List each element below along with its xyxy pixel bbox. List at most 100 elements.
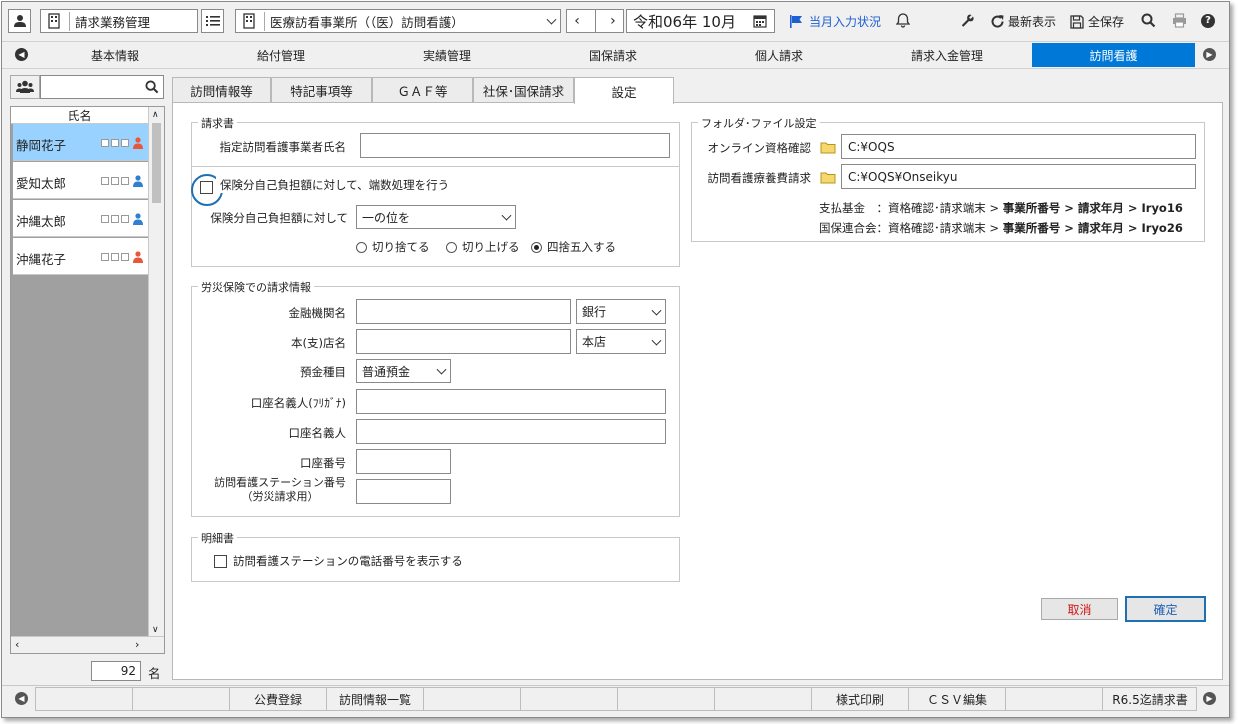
tab-home-nursing[interactable]: 訪問看護 (1032, 43, 1195, 67)
rounding-checkbox[interactable] (200, 181, 213, 194)
bank-name-input[interactable] (356, 299, 571, 324)
rounding-target-label: 保険分自己負担額に対して (210, 211, 348, 225)
facility-select[interactable]: 医療訪看事業所（（医）訪問看護） (235, 9, 561, 33)
confirm-button[interactable]: 確定 (1125, 596, 1206, 622)
patient-item[interactable]: 沖縄花子 (13, 238, 148, 275)
scroll-right-icon[interactable]: › (135, 638, 139, 651)
radio-roundup[interactable]: 切り上げる (446, 239, 520, 255)
patient-item[interactable]: 静岡花子 (13, 124, 148, 161)
footer-button-5[interactable] (424, 687, 521, 711)
branch-type-value: 本店 (582, 335, 607, 349)
menu-list-button[interactable] (201, 9, 224, 33)
online-confirm-label: オンライン資格確認 (707, 141, 812, 155)
prev-month-icon[interactable]: ‹ (574, 13, 580, 29)
ryoyo-billing-path[interactable]: C:¥OQS¥Onseikyu (841, 164, 1196, 189)
deposit-type-select[interactable]: 普通預金 (356, 359, 451, 383)
cancel-button[interactable]: 取消 (1041, 598, 1118, 620)
wrench-icon[interactable] (960, 13, 975, 28)
tab-kokuho-billing[interactable]: 国保請求 (530, 43, 696, 67)
rounding-checkbox-label[interactable]: 保険分自己負担額に対して、端数処理を行う (216, 177, 454, 193)
tab-record-management[interactable]: 実績管理 (364, 43, 530, 67)
folder-icon[interactable] (820, 141, 836, 154)
online-confirm-path[interactable]: C:¥OQS (841, 134, 1196, 159)
rounding-digit-select[interactable]: 一の位を (356, 205, 516, 229)
help-icon[interactable]: ? (1201, 14, 1215, 28)
patient-search-input[interactable] (40, 75, 164, 99)
public-expense-button[interactable]: 公費登録 (230, 687, 327, 711)
nav-next-icon[interactable]: ▶ (1203, 48, 1216, 61)
visit-info-list-button[interactable]: 訪問情報一覧 (327, 687, 424, 711)
form-print-button[interactable]: 様式印刷 (812, 687, 909, 711)
chevron-down-icon (501, 210, 512, 221)
scroll-thumb[interactable] (152, 123, 161, 203)
nav-prev-icon[interactable]: ◀ (15, 48, 28, 61)
provider-name-input[interactable] (360, 133, 670, 158)
search-icon[interactable] (1141, 13, 1156, 28)
tab-gaf[interactable]: ＧＡＦ等 (372, 77, 473, 103)
radio-truncate[interactable]: 切り捨てる (356, 239, 430, 255)
footer-prev-icon[interactable]: ◀ (15, 692, 28, 705)
chevron-down-icon (546, 14, 557, 25)
refresh-button[interactable]: 最新表示 (990, 13, 1056, 30)
branch-name-input[interactable] (356, 329, 571, 354)
tab-special-notes[interactable]: 特記事項等 (271, 77, 372, 103)
folder-note-shiharai: 支払基金 ：資格確認･請求端末 > 事業所番号 > 請求年月 > Iryo16 (819, 201, 1183, 215)
facility-name: 医療訪看事業所（（医）訪問看護） (264, 11, 464, 31)
patient-group-button[interactable] (10, 75, 40, 99)
holder-name-label: 口座名義人 (288, 426, 347, 440)
tab-payment-management[interactable]: 請求入金管理 (862, 43, 1032, 67)
footer-button-2[interactable] (133, 687, 230, 711)
user-button[interactable] (8, 9, 31, 33)
month-nav[interactable]: ‹ › (566, 9, 624, 33)
scroll-left-icon[interactable]: ‹ (15, 638, 19, 651)
footer-next-icon[interactable]: ▶ (1203, 692, 1216, 705)
print-icon[interactable] (1172, 13, 1187, 28)
branch-type-select[interactable]: 本店 (576, 329, 666, 354)
radio-button-selected[interactable] (531, 241, 542, 253)
female-icon (133, 251, 143, 263)
tab-individual-billing[interactable]: 個人請求 (696, 43, 862, 67)
holder-kana-input[interactable] (356, 389, 666, 414)
next-month-icon[interactable]: › (610, 13, 616, 29)
scroll-down-icon[interactable]: ∨ (152, 625, 159, 635)
holder-name-input[interactable] (356, 419, 666, 444)
csv-edit-button[interactable]: ＣＳＶ編集 (909, 687, 1006, 711)
footer-button-6[interactable] (521, 687, 618, 711)
scroll-up-icon[interactable]: ∧ (152, 110, 159, 120)
monthly-status-link[interactable]: 当月入力状況 (789, 13, 881, 30)
show-phone-checkbox[interactable] (214, 554, 227, 568)
patient-item[interactable]: 沖縄太郎 (13, 200, 148, 237)
search-icon[interactable] (145, 80, 159, 94)
building-icon (48, 13, 60, 29)
tab-basic-info[interactable]: 基本情報 (32, 43, 198, 67)
list-icon (205, 16, 220, 26)
radio-round[interactable]: 四捨五入する (531, 239, 616, 255)
account-number-input[interactable] (356, 449, 451, 474)
save-all-button[interactable]: 全保存 (1070, 13, 1124, 30)
footer-button-8[interactable] (715, 687, 812, 711)
station-number-input[interactable] (356, 479, 451, 504)
app-selector[interactable]: 請求業務管理 (40, 9, 198, 33)
patient-hscrollbar[interactable]: ‹ › (11, 636, 164, 653)
branch-name-label: 本(支)店名 (291, 336, 346, 350)
tab-shaho-kokuho[interactable]: 社保･国保請求 (473, 77, 574, 103)
footer-button-7[interactable] (618, 687, 715, 711)
tab-benefit-management[interactable]: 給付管理 (198, 43, 364, 67)
tab-visit-info[interactable]: 訪問情報等 (172, 77, 271, 103)
calendar-icon[interactable] (753, 14, 767, 28)
radio-button[interactable] (356, 241, 367, 253)
tab-settings[interactable]: 設定 (574, 77, 674, 104)
patient-vscrollbar[interactable]: ∧ ∨ (148, 107, 164, 637)
bell-icon[interactable] (896, 13, 910, 28)
patient-item[interactable]: 愛知太郎 (13, 162, 148, 199)
footer-button-11[interactable] (1006, 687, 1103, 711)
footer-button-1[interactable] (36, 687, 133, 711)
r65-invoice-button[interactable]: R6.5迄請求書 (1103, 687, 1197, 711)
date-picker[interactable]: 令和06年 10月 (626, 9, 775, 33)
show-phone-option[interactable]: 訪問看護ステーションの電話番号を表示する (214, 553, 463, 569)
chevron-down-icon (651, 335, 662, 346)
folder-icon[interactable] (820, 171, 836, 184)
bank-type-select[interactable]: 銀行 (576, 299, 666, 324)
radio-button[interactable] (446, 241, 457, 253)
patient-name: 沖縄太郎 (16, 214, 67, 229)
